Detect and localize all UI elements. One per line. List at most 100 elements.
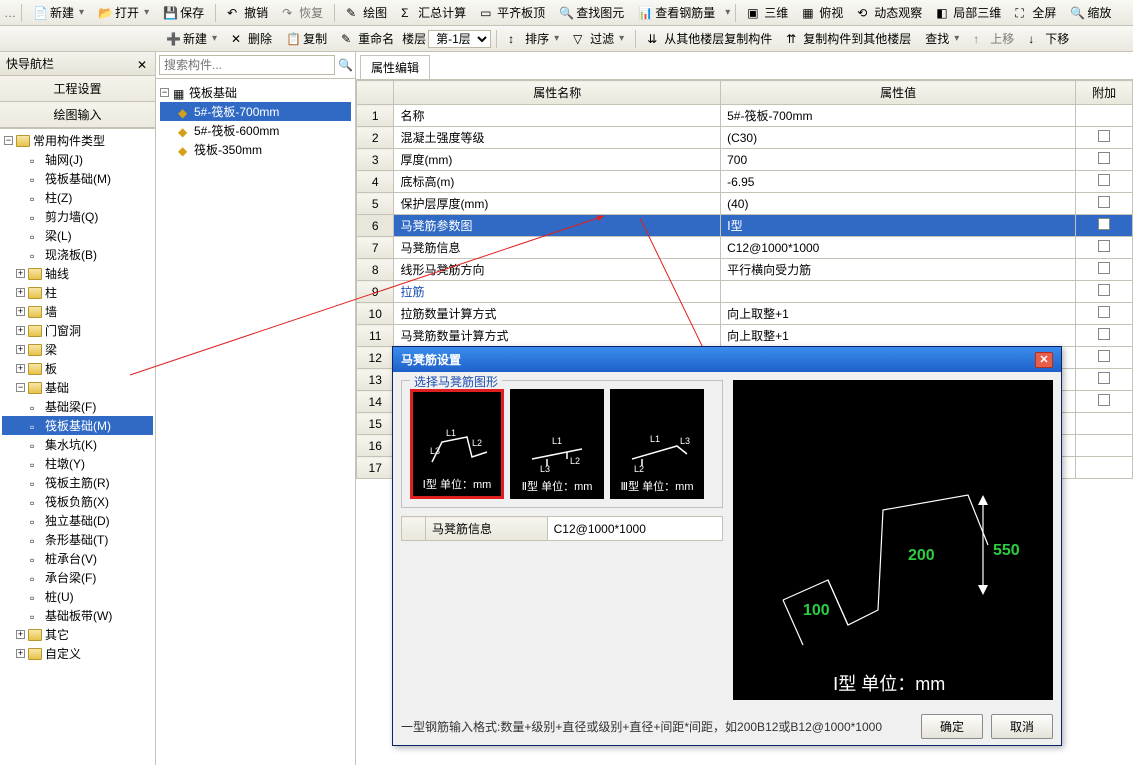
tree-item[interactable]: ▫条形基础(T) [2,530,153,549]
tree-group[interactable]: +轴线 [2,264,153,283]
floor-select[interactable]: 第-1层 [428,30,491,48]
close-icon[interactable]: ✕ [137,58,149,70]
local3d-button[interactable]: ◧局部三维 [930,1,1007,24]
tree-item[interactable]: ▫梁(L) [2,226,153,245]
tree-group[interactable]: +梁 [2,340,153,359]
expand-icon[interactable]: + [16,345,25,354]
checkbox[interactable] [1098,152,1110,164]
property-value[interactable]: 平行横向受力筋 [721,259,1076,281]
collapse-icon[interactable]: − [16,383,25,392]
tree-other[interactable]: +其它 [2,625,153,644]
expand-icon[interactable]: + [16,307,25,316]
tree-group[interactable]: +柱 [2,283,153,302]
filter-button[interactable]: ▽过滤▾ [567,27,630,50]
tab-draw-input[interactable]: 绘图输入 [0,102,155,128]
tree-item[interactable]: ▫现浇板(B) [2,245,153,264]
element-item[interactable]: ◆5#-筏板-600mm [160,121,351,140]
move-up-button[interactable]: ↑上移 [967,27,1020,50]
property-value[interactable] [721,281,1076,303]
property-value[interactable]: 5#-筏板-700mm [721,105,1076,127]
sum-button[interactable]: Σ汇总计算 [395,1,472,24]
tree-item[interactable]: ▫筏板主筋(R) [2,473,153,492]
shape-option-1[interactable]: L3L1L2Ⅰ型 单位：mm [410,389,504,499]
property-row[interactable]: 3厚度(mm)700 [357,149,1133,171]
element-item[interactable]: ◆5#-筏板-700mm [160,102,351,121]
property-row[interactable]: 10拉筋数量计算方式向上取整+1 [357,303,1133,325]
checkbox[interactable] [1098,240,1110,252]
property-row[interactable]: 8线形马凳筋方向平行横向受力筋 [357,259,1133,281]
checkbox[interactable] [1098,350,1110,362]
find-elem-button[interactable]: 🔍查找图元 [553,1,630,24]
tree-item[interactable]: ▫轴网(J) [2,150,153,169]
tree-item[interactable]: ▫筏板基础(M) [2,169,153,188]
collapse-icon[interactable]: − [4,136,13,145]
tab-property-edit[interactable]: 属性编辑 [360,55,430,79]
checkbox[interactable] [1098,196,1110,208]
dialog-titlebar[interactable]: 马凳筋设置 ✕ [393,347,1061,372]
element-item[interactable]: ◆筏板-350mm [160,140,351,159]
tree-group[interactable]: +板 [2,359,153,378]
tree-item[interactable]: ▫剪力墙(Q) [2,207,153,226]
property-value[interactable]: 向上取整+1 [721,325,1076,347]
fullscreen-button[interactable]: ⛶全屏 [1009,1,1062,24]
property-row[interactable]: 6马凳筋参数图Ⅰ型 [357,215,1133,237]
checkbox[interactable] [1098,262,1110,274]
level-button[interactable]: ▭平齐板顶 [474,1,551,24]
tab-project-settings[interactable]: 工程设置 [0,76,155,102]
tree-foundation[interactable]: −基础 [2,378,153,397]
checkbox[interactable] [1098,328,1110,340]
property-value[interactable]: 700 [721,149,1076,171]
checkbox[interactable] [1098,218,1110,230]
search-input[interactable] [159,55,335,75]
property-row[interactable]: 4底标高(m)-6.95 [357,171,1133,193]
checkbox[interactable] [1098,284,1110,296]
property-value[interactable]: (C30) [721,127,1076,149]
tree-custom[interactable]: +自定义 [2,644,153,663]
property-value[interactable]: 向上取整+1 [721,303,1076,325]
find-button[interactable]: 查找▾ [919,27,965,50]
rename-button[interactable]: ✎重命名 [335,27,400,50]
checkbox[interactable] [1098,306,1110,318]
checkbox[interactable] [1098,372,1110,384]
expand-icon[interactable]: + [16,630,25,639]
dynview-button[interactable]: ⟲动态观察 [851,1,928,24]
new2-button[interactable]: ➕新建▾ [160,27,223,50]
property-row[interactable]: 9拉筋 [357,281,1133,303]
checkbox[interactable] [1098,174,1110,186]
tree-item[interactable]: ▫集水坑(K) [2,435,153,454]
tree-item[interactable]: ▫基础梁(F) [2,397,153,416]
persp-button[interactable]: ▦俯视 [796,1,849,24]
copy-to-floor-button[interactable]: ⇈复制构件到其他楼层 [780,27,917,50]
shape-option-2[interactable]: L1L2L3Ⅱ型 单位：mm [510,389,604,499]
tree-item[interactable]: ▫柱墩(Y) [2,454,153,473]
3d-button[interactable]: ▣三维 [741,1,794,24]
tree-item[interactable]: ▫承台梁(F) [2,568,153,587]
expand-icon[interactable]: + [16,364,25,373]
expand-icon[interactable]: + [16,269,25,278]
tree-item[interactable]: ▫筏板基础(M) [2,416,153,435]
collapse-icon[interactable]: − [160,88,169,97]
rebar-button[interactable]: 📊查看钢筋量 [632,1,721,24]
property-value[interactable]: -6.95 [721,171,1076,193]
element-root[interactable]: −▦筏板基础 [160,83,351,102]
tree-root-common[interactable]: −常用构件类型 [2,131,153,150]
copy-from-floor-button[interactable]: ⇊从其他楼层复制构件 [641,27,778,50]
cancel-button[interactable]: 取消 [991,714,1053,739]
delete-button[interactable]: ✕删除 [225,27,278,50]
info-value-cell[interactable]: C12@1000*1000 [547,517,722,541]
undo-button[interactable]: ↶撤销 [221,1,274,24]
redo-button[interactable]: ↷恢复 [276,1,329,24]
property-value[interactable]: Ⅰ型 [721,215,1076,237]
save-button[interactable]: 💾保存 [157,1,210,24]
property-row[interactable]: 1名称5#-筏板-700mm [357,105,1133,127]
new-button[interactable]: 📄新建▾ [27,1,90,24]
property-row[interactable]: 2混凝土强度等级(C30) [357,127,1133,149]
tree-item[interactable]: ▫独立基础(D) [2,511,153,530]
property-row[interactable]: 7马凳筋信息C12@1000*1000 [357,237,1133,259]
tree-item[interactable]: ▫桩承台(V) [2,549,153,568]
tree-item[interactable]: ▫筏板负筋(X) [2,492,153,511]
tree-item[interactable]: ▫柱(Z) [2,188,153,207]
dialog-close-button[interactable]: ✕ [1035,352,1053,368]
property-row[interactable]: 11马凳筋数量计算方式向上取整+1 [357,325,1133,347]
open-button[interactable]: 📂打开▾ [92,1,155,24]
